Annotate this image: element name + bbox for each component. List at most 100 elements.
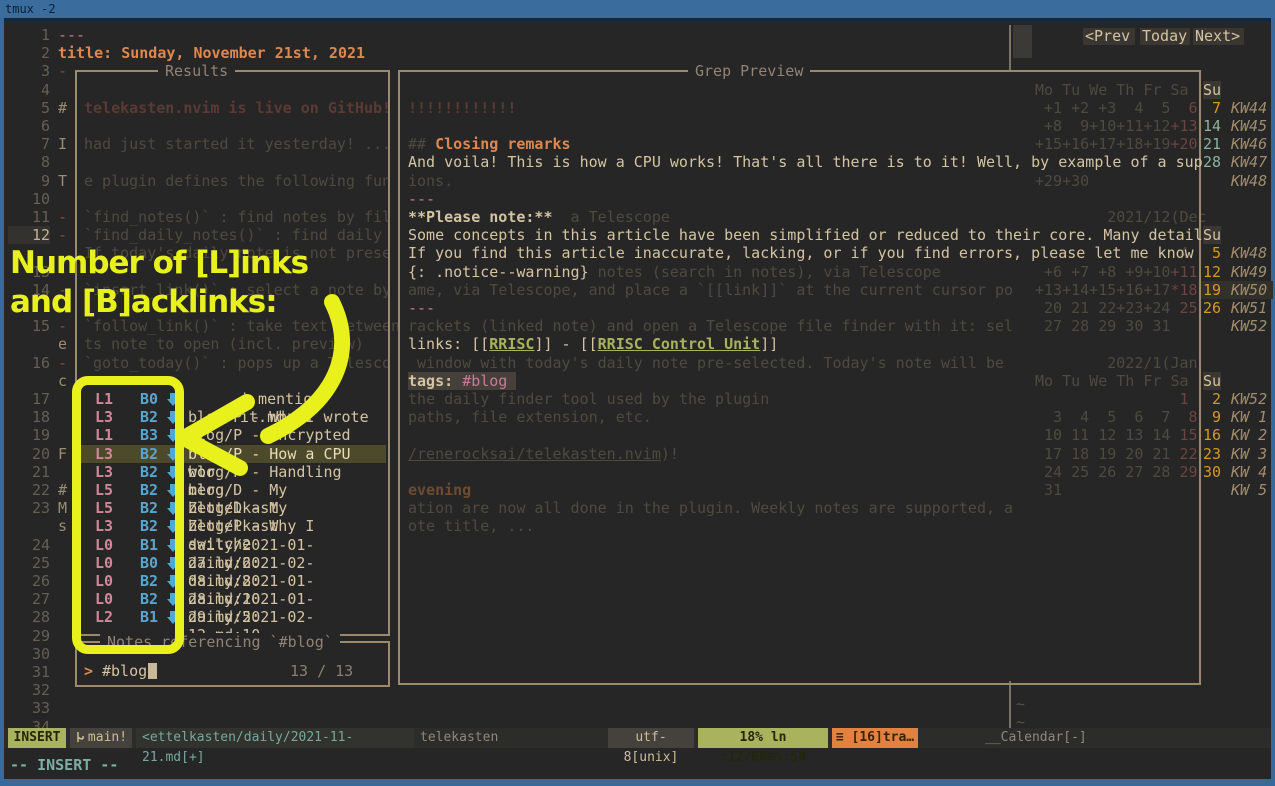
calendar-day[interactable]: 7 (1203, 99, 1221, 117)
buffer-line-seg: T (58, 172, 67, 190)
line-number: 2 (8, 44, 50, 62)
calendar-week-number: KW48 (1231, 244, 1267, 262)
statusline-git-branch-label: main! (88, 730, 127, 745)
preview-line-seg: links: [[ (408, 335, 489, 353)
preview-line: window with today's daily note pre-selec… (408, 354, 1004, 372)
preview-line-seg: notes (search in notes), via Telescope (589, 263, 941, 281)
calendar-day[interactable]: 16 (1203, 426, 1221, 444)
calendar-day[interactable]: 30 (1203, 463, 1221, 481)
statusline-filename-label: <ettelkasten/daily/2021-11-21.md[+] (142, 730, 353, 765)
line-number: 16 (8, 354, 50, 372)
line-number: 7 (8, 135, 50, 153)
preview-line: ote title, ... (408, 517, 534, 535)
calendar-day[interactable]: 9 (1203, 408, 1221, 426)
statusline-mode-label: INSERT (14, 730, 61, 745)
calendar-today-button[interactable]: Today (1140, 28, 1190, 45)
calendar-week-number: KW45 (1231, 117, 1267, 135)
preview-line-seg: evening (408, 481, 471, 499)
statusline-filename: <ettelkasten/daily/2021-11-21.md[+] (136, 728, 414, 748)
preview-line-seg: the daily finder tool used by the plugin (408, 390, 769, 408)
calendar-day[interactable]: 5 (1203, 244, 1221, 262)
preview-line-seg: And voila! This is how a CPU works! That… (408, 153, 1203, 171)
calendar-day[interactable]: 26 (1203, 299, 1221, 317)
calendar-week-number: KW 4 (1231, 463, 1267, 481)
calendar-sunday-header: Su (1203, 226, 1221, 244)
window-separator-top (1009, 25, 1011, 70)
window-titlebar[interactable]: tmux -2 (0, 0, 1275, 18)
preview-line-seg: tags: (408, 372, 462, 390)
annotation-arrow (150, 290, 380, 490)
preview-line-seg: Some concepts in this article have been … (408, 226, 1203, 244)
buffer-line-seg: s (58, 517, 67, 535)
buffer-line: s (58, 517, 67, 535)
preview-line-seg: If you find this article inaccurate, lac… (408, 244, 1194, 262)
buffer-line: - (58, 62, 67, 80)
buffer-line: e (58, 335, 67, 353)
line-number: 26 (8, 572, 50, 590)
preview-line-seg: **Please note:** (408, 208, 553, 226)
results-panel-title: Results (158, 62, 235, 80)
preview-line-seg: RRISC (489, 335, 534, 353)
preview-line-seg: ]] (760, 335, 778, 353)
line-number: 30 (8, 645, 50, 663)
prompt-input[interactable]: #blog (102, 662, 147, 680)
line-number: 18 (8, 408, 50, 426)
statusline-whitespace-warning: ≡ [16]tra… (832, 728, 918, 748)
line-number: 22 (8, 481, 50, 499)
preview-line: paths, file extension, etc. (408, 408, 652, 426)
preview-line-seg: ]] - [[ (534, 335, 597, 353)
line-number: 33 (8, 699, 50, 717)
grep-preview-title: Grep Preview (688, 62, 810, 80)
preview-line: --- (408, 299, 435, 317)
calendar-day[interactable]: 21 (1203, 135, 1221, 153)
preview-line: rackets (linked note) and open a Telesco… (408, 317, 1013, 335)
statusline-mode: INSERT (8, 728, 66, 748)
calendar-week-number: KW 5 (1231, 481, 1267, 499)
calendar-week-number: KW49 (1231, 263, 1267, 281)
line-number: 1 (8, 26, 50, 44)
statusline-position: 18% ln :12/66≡%:50 (698, 728, 828, 748)
preview-line: the daily finder tool used by the plugin (408, 390, 769, 408)
buffer-line: I (58, 135, 67, 153)
preview-line-seg: ions. (408, 172, 453, 190)
calendar-week-number: KW44 (1231, 99, 1267, 117)
buffer-line: # (58, 481, 67, 499)
preview-line: If you find this article inaccurate, lac… (408, 244, 1194, 262)
preview-line-seg: )! (661, 445, 679, 463)
buffer-line-seg: - (58, 208, 67, 226)
calendar-day[interactable]: 19 (1203, 281, 1221, 299)
line-number: 11 (8, 208, 50, 226)
preview-line: ions. (408, 172, 453, 190)
calendar-next-button[interactable]: Next> (1193, 28, 1244, 45)
calendar-sunday-header: Su (1203, 372, 1221, 390)
preview-line-seg: /renerocksai/telekasten.nvim (408, 445, 661, 463)
preview-line: ation are now all done in the plugin. We… (408, 499, 1013, 517)
line-number: 9 (8, 172, 50, 190)
titlebar-divider (0, 18, 1275, 21)
line-number: 32 (8, 681, 50, 699)
line-number: 5 (8, 99, 50, 117)
preview-line: And voila! This is how a CPU works! That… (408, 153, 1203, 171)
prompt-prefix: > (84, 662, 93, 680)
calendar-day[interactable]: 28 (1203, 153, 1221, 171)
statusline-filetype-label: telekasten (420, 730, 498, 745)
statusline-git-branch: main! (70, 728, 132, 748)
preview-line-seg: paths, file extension, etc. (408, 408, 652, 426)
buffer-line-seg: F (58, 445, 67, 463)
calendar-day[interactable]: 12 (1203, 263, 1221, 281)
calendar-day[interactable]: 14 (1203, 117, 1221, 135)
preview-line-seg: ame, via Telescope, and place a `[[link]… (408, 281, 1013, 299)
calendar-day[interactable]: 2 (1203, 390, 1221, 408)
line-number: 10 (8, 190, 50, 208)
buffer-line-seg: c (58, 372, 67, 390)
preview-line: links: [[RRISC]] - [[RRISC Control Unit]… (408, 335, 778, 353)
line-number: 28 (8, 608, 50, 626)
calendar-scroll-indicator (1013, 25, 1032, 58)
line-number: 20 (8, 445, 50, 463)
buffer-line: T (58, 172, 67, 190)
calendar-day[interactable]: 23 (1203, 445, 1221, 463)
preview-line-seg: RRISC Control Unit (598, 335, 761, 353)
calendar-prev-button[interactable]: <Prev (1083, 28, 1135, 45)
buffer-line-seg: - (58, 226, 67, 244)
frame-right (1271, 18, 1275, 786)
